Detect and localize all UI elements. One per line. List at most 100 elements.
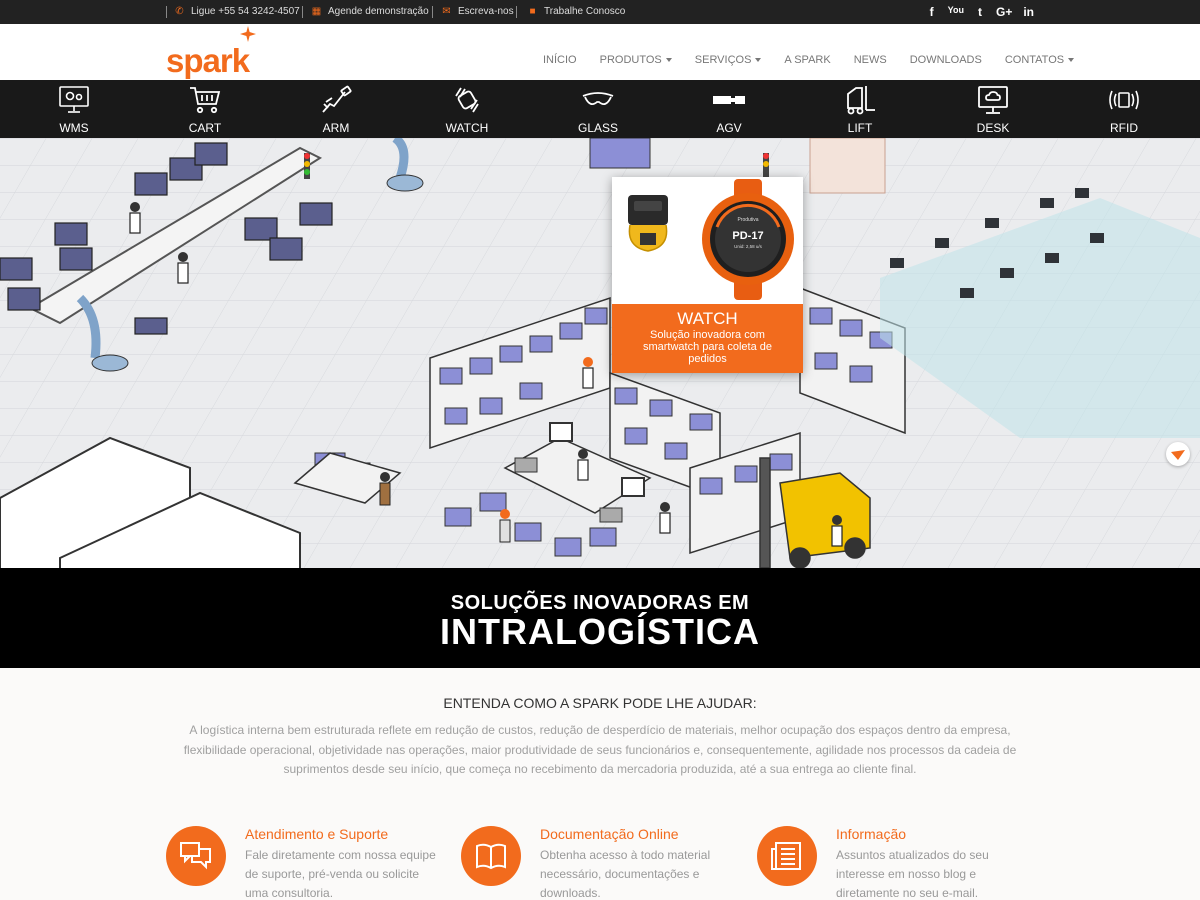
divider (432, 6, 433, 18)
phone-link[interactable]: ✆ Ligue +55 54 3242-4507 (174, 6, 300, 17)
arrow-icon (1171, 450, 1185, 460)
envelope-icon: ✉ (442, 6, 451, 17)
desk-cloud-icon (978, 86, 1008, 114)
nav-contatos[interactable]: CONTATOS (1004, 54, 1075, 66)
caret-down-icon (665, 58, 672, 63)
category-wms[interactable]: WMS (34, 80, 114, 138)
product-images: Produtiva PD-17 Unid: 2,58 u/s (612, 177, 803, 302)
glasses-icon (582, 92, 614, 106)
feature-title: Documentação Online (540, 826, 679, 842)
write-link[interactable]: ✉ Escreva-nos (441, 6, 514, 17)
watch-sub: Unid: 2,58 u/s (734, 244, 763, 249)
twitter-icon[interactable]: t (975, 5, 985, 19)
category-arm[interactable]: ARM (296, 80, 376, 138)
caret-down-icon (1068, 58, 1075, 63)
nav-servicos[interactable]: SERVIÇOS (695, 54, 762, 66)
feature-title: Atendimento e Suporte (245, 826, 389, 842)
social-links: f You t G+ in (927, 5, 1034, 19)
agv-icon (713, 96, 745, 104)
nav-a-spark[interactable]: A SPARK (784, 54, 830, 66)
intro-paragraph: A logística interna bem estruturada refl… (183, 723, 1017, 776)
popup-caption: WATCH Solução inovadora com smartwatch p… (612, 304, 803, 373)
feature-docs[interactable]: Documentação Online Obtenha acesso à tod… (461, 826, 751, 900)
watch-brand: Produtiva (737, 217, 758, 223)
demo-link[interactable]: ▦ Agende demonstração (311, 6, 429, 17)
intro-heading: ENTENDA COMO A SPARK PODE LHE AJUDAR: (443, 695, 757, 711)
calendar-icon: ▦ (311, 6, 322, 17)
nav-contatos-label: CONTATOS (1004, 54, 1065, 66)
category-label: GLASS (577, 121, 619, 135)
divider (516, 6, 517, 18)
category-label: ARM (322, 121, 350, 135)
feature-info[interactable]: Informação Assuntos atualizados do seu i… (757, 826, 1047, 900)
feature-text: Fale diretamente com nossa equipe de sup… (245, 848, 436, 900)
write-text: Escreva-nos (458, 6, 514, 17)
demo-text: Agende demonstração (328, 6, 429, 17)
category-label: LIFT (847, 121, 873, 135)
phone-text: Ligue +55 54 3242-4507 (191, 6, 300, 17)
hero-illustration: Produtiva PD-17 Unid: 2,58 u/s WATCH Sol… (0, 138, 1200, 568)
cart-icon (190, 87, 221, 114)
divider (302, 6, 303, 18)
briefcase-icon: ■ (529, 6, 536, 17)
category-label: CART (188, 121, 222, 135)
logo-star-icon (240, 26, 256, 42)
category-label: AGV (716, 121, 742, 135)
feature-support[interactable]: Atendimento e Suporte Fale diretamente c… (166, 826, 456, 900)
category-bar: WMS CART ARM WATCH GLASS AGV LIFT DESK R… (0, 80, 1200, 138)
nav-produtos-label: PRODUTOS (599, 54, 662, 66)
warehouse-illustration (0, 138, 1200, 568)
nav-news[interactable]: NEWS (854, 54, 887, 66)
spark-logo[interactable]: spark (166, 44, 250, 77)
category-label: DESK (976, 121, 1010, 135)
watch-icon (455, 87, 479, 113)
intro-section: ENTENDA COMO A SPARK PODE LHE AJUDAR: A … (0, 668, 1200, 900)
nav-servicos-label: SERVIÇOS (694, 54, 752, 66)
facebook-icon[interactable]: f (927, 5, 937, 19)
forklift-icon (847, 86, 875, 115)
jobs-text: Trabalhe Conosco (544, 6, 626, 17)
book-icon (476, 843, 506, 870)
youtube-icon[interactable]: You (948, 5, 964, 19)
feature-text: Obtenha acesso à todo material necessári… (540, 848, 711, 900)
watch-products-illustration: Produtiva PD-17 Unid: 2,58 u/s (628, 179, 794, 300)
feature-text: Assuntos atualizados do seu interesse em… (836, 848, 989, 900)
main-nav: INÍCIO PRODUTOS SERVIÇOS A SPARK NEWS DO… (543, 54, 1075, 66)
category-rfid[interactable]: RFID (1084, 80, 1164, 138)
nav-downloads[interactable]: DOWNLOADS (910, 54, 982, 66)
category-desk[interactable]: DESK (953, 80, 1033, 138)
chat-bubbles-icon (180, 842, 211, 870)
category-lift[interactable]: LIFT (820, 80, 900, 138)
newspaper-icon (771, 842, 801, 870)
nav-produtos[interactable]: PRODUTOS (600, 54, 672, 66)
category-glass[interactable]: GLASS (558, 80, 638, 138)
popup-title: WATCH (677, 309, 738, 328)
jobs-link[interactable]: ■ Trabalhe Conosco (527, 6, 625, 17)
arm-icon (322, 85, 352, 113)
divider (166, 6, 167, 18)
category-watch[interactable]: WATCH (427, 80, 507, 138)
category-label: WATCH (445, 121, 489, 135)
product-popup[interactable]: Produtiva PD-17 Unid: 2,58 u/s WATCH Sol… (612, 177, 803, 373)
headline-banner: SOLUÇÕES INOVADORAS EM INTRALOGÍSTICA (0, 568, 1200, 668)
monitor-gears-icon (59, 86, 89, 113)
feature-title: Informação (836, 826, 907, 842)
googleplus-icon[interactable]: G+ (996, 5, 1012, 19)
top-bar: ✆ Ligue +55 54 3242-4507 ▦ Agende demons… (0, 0, 1200, 24)
headline-line2: INTRALOGÍSTICA (440, 611, 760, 652)
watch-code: PD-17 (732, 230, 763, 242)
site-header: spark INÍCIO PRODUTOS SERVIÇOS A SPARK N… (0, 24, 1200, 80)
caret-down-icon (755, 58, 762, 63)
feature-icon-circle (461, 826, 521, 886)
nav-inicio[interactable]: INÍCIO (543, 54, 577, 66)
feature-icon-circle (166, 826, 226, 886)
rfid-icon (1109, 90, 1139, 110)
linkedin-icon[interactable]: in (1023, 5, 1034, 19)
category-label: WMS (59, 121, 89, 135)
category-agv[interactable]: AGV (689, 80, 769, 138)
feature-icon-circle (757, 826, 817, 886)
category-cart[interactable]: CART (165, 80, 245, 138)
category-label: RFID (1110, 121, 1138, 135)
hero-next-button[interactable] (1166, 442, 1190, 466)
phone-icon: ✆ (175, 6, 184, 17)
